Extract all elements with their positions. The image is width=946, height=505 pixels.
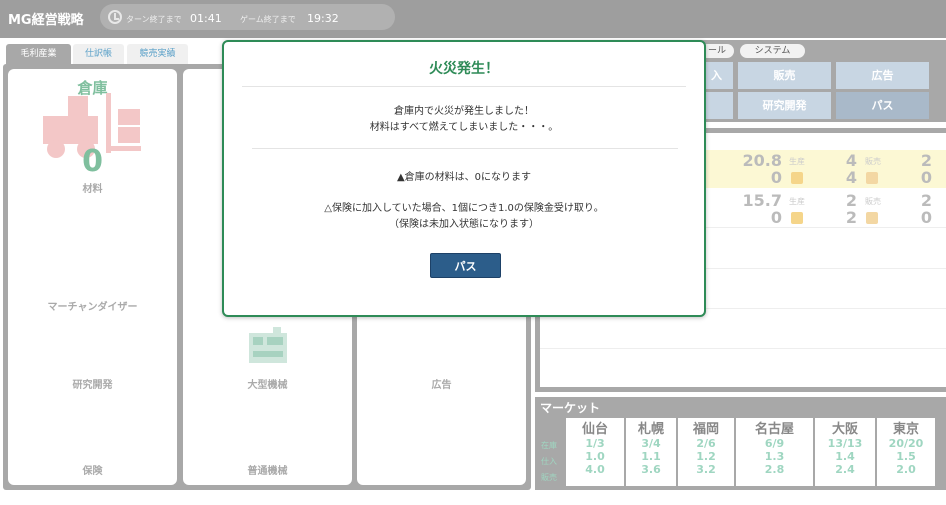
research-button[interactable]: 研究開発 (738, 92, 831, 119)
game-timer-value: 19:32 (307, 12, 339, 25)
dialog-message-5: （保険は未加入状態になります） (389, 219, 539, 230)
dialog-message-2: 材料はすべて燃えてしまいました・・・。 (369, 122, 559, 133)
dialog-message-4: △保険に加入していた場合、1個につき1.0の保険金受け取り。 (324, 203, 604, 214)
product-box-icon (791, 212, 803, 224)
insurance-slot[interactable]: 保険 (8, 462, 177, 477)
city-name: 大阪 (831, 422, 858, 437)
turn-timer-value: 01:41 (190, 12, 222, 25)
turn-timer-label: ターン終了まで (126, 15, 182, 24)
player-2-sales-label: 販売 (865, 197, 881, 206)
player-1-value-3: 0 (920, 168, 932, 187)
city-stock: 6/9 (764, 437, 785, 450)
sales-arrow-icon (866, 212, 878, 224)
market-title: マーケット (540, 401, 601, 415)
city-name: 名古屋 (754, 422, 794, 437)
large-machine-slot[interactable]: 大型機械 (183, 376, 352, 391)
market-city-osaka[interactable]: 大阪 13/13 1.4 2.4 (815, 418, 875, 486)
advertising-slot[interactable]: 広告 (357, 376, 526, 391)
list-divider (540, 348, 946, 349)
player-2-value-2: 2 (845, 208, 857, 227)
dialog-title: 火災発生！ (429, 61, 499, 77)
market-city-sendai[interactable]: 仙台 1/3 1.0 4.0 (566, 418, 624, 486)
fire-event-dialog: 火災発生！ 倉庫内で火災が発生しました！ 材料はすべて燃えてしまいました・・・。… (222, 40, 706, 317)
dialog-message-3: ▲倉庫の材料は、0になります (396, 172, 532, 183)
tab-auction-results[interactable]: 競売実績 (127, 44, 188, 64)
app-title: MG経営戦略 (8, 13, 84, 28)
player-1-prod-label: 生産 (789, 157, 805, 166)
city-buy: 1.5 (896, 450, 916, 463)
tab-company[interactable]: 毛利産業 (6, 44, 71, 64)
player-2-prod-label: 生産 (789, 197, 805, 206)
product-box-icon (791, 172, 803, 184)
city-buy: 1.4 (835, 450, 855, 463)
city-name: 札幌 (637, 422, 664, 437)
sell-button[interactable]: 販売 (738, 62, 831, 89)
city-stock: 2/6 (696, 437, 716, 450)
player-1-value-2: 4 (845, 168, 857, 187)
timer-bar: ターン終了まで 01:41 ゲーム終了まで 19:32 (100, 4, 395, 30)
sales-arrow-icon (866, 172, 878, 184)
city-name: 東京 (892, 422, 919, 437)
warehouse-panel: 倉庫 0 材料 マーチャンダイザー 研究開発 保険 (8, 69, 177, 485)
nav-pass-button[interactable]: パス (836, 92, 929, 119)
city-buy: 1.2 (696, 450, 716, 463)
ad-button[interactable]: 広告 (836, 62, 929, 89)
city-sell: 4.0 (585, 463, 605, 476)
divider (252, 148, 678, 149)
market-city-nagoya[interactable]: 名古屋 6/9 1.3 2.8 (736, 418, 813, 486)
city-stock: 20/20 (888, 437, 924, 450)
buy-button-label: 入 (711, 69, 722, 82)
machine-icon (249, 327, 287, 363)
research-slot[interactable]: 研究開発 (8, 376, 177, 391)
market-row-label: 仕入 (541, 457, 557, 466)
normal-machine-slot[interactable]: 普通機械 (183, 462, 352, 477)
city-sell: 2.8 (764, 463, 785, 476)
player-1-sales-label: 販売 (865, 157, 881, 166)
merchandiser-slot[interactable]: マーチャンダイザー (8, 298, 177, 313)
city-sell: 2.4 (835, 463, 855, 476)
city-buy: 1.1 (641, 450, 661, 463)
game-timer-label: ゲーム終了まで (240, 15, 296, 24)
clock-icon (108, 10, 122, 24)
market-row-label: 在庫 (541, 441, 557, 450)
city-stock: 13/13 (827, 437, 863, 450)
player-2-value-1: 0 (770, 208, 782, 227)
city-buy: 1.3 (764, 450, 785, 463)
player-2-value-3: 0 (920, 208, 932, 227)
player-1-value-1: 0 (770, 168, 782, 187)
tab-journal[interactable]: 仕訳帳 (73, 44, 124, 64)
pass-button[interactable]: パス (430, 253, 501, 278)
city-sell: 3.2 (696, 463, 716, 476)
city-stock: 3/4 (641, 437, 661, 450)
city-stock: 1/3 (585, 437, 605, 450)
material-label: 材料 (82, 184, 103, 195)
city-sell: 2.0 (896, 463, 916, 476)
market-city-fukuoka[interactable]: 福岡 2/6 1.2 3.2 (678, 418, 734, 486)
city-name: 福岡 (692, 422, 719, 437)
material-count: 0 (82, 144, 103, 179)
city-sell: 3.6 (641, 463, 661, 476)
city-name: 仙台 (581, 422, 608, 437)
market-city-tokyo[interactable]: 東京 20/20 1.5 2.0 (877, 418, 935, 486)
system-button[interactable]: システム (740, 44, 805, 58)
city-buy: 1.0 (585, 450, 605, 463)
market-city-sapporo[interactable]: 札幌 3/4 1.1 3.6 (626, 418, 676, 486)
dialog-message-1: 倉庫内で火災が発生しました！ (394, 106, 534, 117)
divider (242, 86, 686, 87)
market-row-label: 販売 (541, 473, 557, 482)
